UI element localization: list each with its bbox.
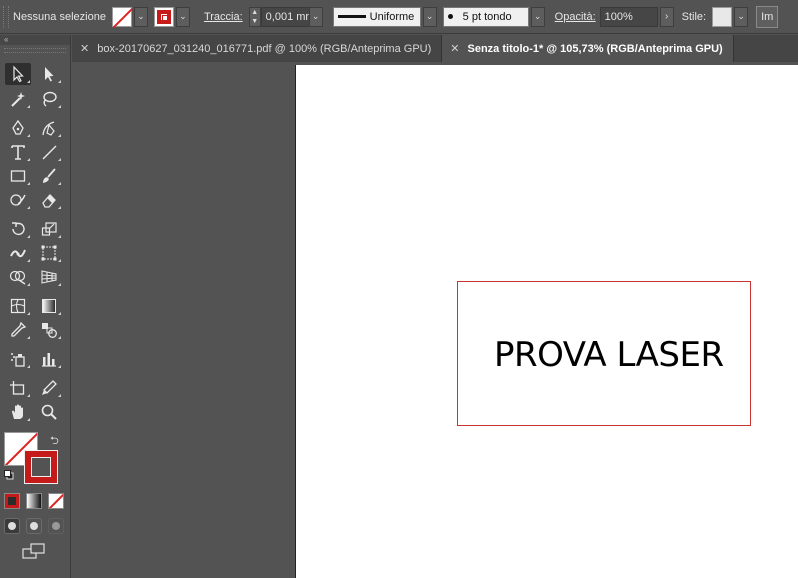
slice-tool-icon[interactable] [36, 377, 62, 399]
default-fill-stroke-icon[interactable] [4, 470, 14, 480]
draw-behind-icon[interactable] [26, 518, 42, 534]
rotate-tool-icon[interactable] [5, 218, 31, 240]
brush-label: 5 pt tondo [462, 10, 512, 23]
illustrator-window: Nessuna selezione ⌄ ⌄ Traccia: ▲ ▼ 0,001 … [0, 0, 798, 578]
tab-document[interactable]: ✕ box-20170627_031240_016771.pdf @ 100% … [72, 35, 443, 62]
canvas-area[interactable]: PROVA LASER [72, 62, 798, 578]
blend-tool-icon[interactable] [36, 319, 62, 341]
document-tabs: ✕ box-20170627_031240_016771.pdf @ 100% … [72, 35, 798, 62]
brush-definition[interactable]: 5 pt tondo [442, 6, 529, 27]
pen-tool-icon[interactable] [5, 117, 31, 139]
color-mode-row [4, 493, 64, 509]
mesh-tool-icon[interactable] [5, 295, 31, 317]
toolbar-collapse-button[interactable]: « [0, 35, 70, 45]
graphic-style-dropdown[interactable]: ⌄ [734, 6, 749, 27]
rectangle-tool-icon[interactable] [5, 165, 31, 187]
laser-text[interactable]: PROVA LASER [494, 335, 724, 375]
style-label: Stile: [681, 10, 707, 23]
image-trace-button[interactable]: Im [756, 5, 779, 28]
stroke-dropdown[interactable]: ⌄ [175, 6, 190, 27]
hand-tool-icon[interactable] [5, 401, 31, 423]
magic-wand-tool-icon[interactable] [5, 88, 31, 110]
brush-dropdown[interactable]: ⌄ [530, 6, 545, 27]
stroke-weight-stepper[interactable]: ▲ ▼ [248, 6, 261, 27]
swap-fill-stroke-icon[interactable]: ⮌ [50, 432, 59, 451]
profile-label: Uniforme [369, 10, 415, 23]
column-graph-tool-icon[interactable] [36, 348, 62, 370]
perspective-grid-tool-icon[interactable] [36, 266, 62, 288]
gradient-tool-icon[interactable] [36, 295, 62, 317]
draw-inside-icon[interactable] [48, 518, 64, 534]
eyedropper-tool-icon[interactable] [5, 319, 31, 341]
none-mode-button[interactable] [48, 493, 64, 509]
shape-builder-tool-icon[interactable] [5, 266, 31, 288]
toolbar-grip[interactable] [4, 48, 66, 53]
variable-width-profile[interactable]: Uniforme [332, 6, 421, 27]
opacity-field[interactable]: 100% [599, 6, 658, 27]
uniform-line-icon [337, 15, 366, 18]
fill-dropdown[interactable]: ⌄ [133, 6, 148, 27]
gradient-mode-button[interactable] [26, 493, 42, 509]
tools-panel: « ⮌ [0, 35, 71, 578]
width-tool-icon[interactable] [5, 242, 31, 264]
selection-status: Nessuna selezione [13, 10, 106, 23]
color-mode-button[interactable] [4, 493, 20, 509]
stroke-label[interactable]: Traccia: [204, 11, 243, 23]
line-segment-tool-icon[interactable] [36, 141, 62, 163]
draw-mode-row [4, 518, 64, 534]
opacity-arrow[interactable]: › [659, 6, 674, 27]
artboard[interactable]: PROVA LASER [296, 65, 798, 578]
fill-swatch[interactable] [111, 6, 132, 27]
lasso-tool-icon[interactable] [36, 88, 62, 110]
stroke-swatch[interactable] [153, 6, 174, 27]
fill-stroke-control: ⮌ [4, 432, 64, 492]
stroke-weight-field[interactable]: 0,001 mr [260, 6, 309, 27]
type-tool-icon[interactable] [5, 141, 31, 163]
free-transform-tool-icon[interactable] [36, 242, 62, 264]
curvature-tool-icon[interactable] [36, 117, 62, 139]
tab-document[interactable]: ✕ Senza titolo-1* @ 105,73% (RGB/Antepri… [442, 35, 734, 62]
draw-normal-icon[interactable] [4, 518, 20, 534]
screen-mode-icon[interactable] [22, 542, 46, 560]
close-icon[interactable]: ✕ [80, 42, 89, 55]
stroke-weight-dropdown[interactable]: ⌄ [308, 6, 323, 27]
direct-selection-tool-icon[interactable] [36, 63, 62, 85]
round-brush-icon [447, 14, 453, 19]
control-bar-grip[interactable] [3, 5, 9, 28]
control-bar: Nessuna selezione ⌄ ⌄ Traccia: ▲ ▼ 0,001 … [0, 0, 798, 34]
stroke-color-box[interactable] [24, 450, 58, 484]
eraser-tool-icon[interactable] [36, 189, 62, 211]
selection-tool-icon[interactable] [5, 63, 31, 85]
opacity-label[interactable]: Opacità: [555, 11, 596, 23]
tab-label: box-20170627_031240_016771.pdf @ 100% (R… [97, 42, 432, 55]
scale-tool-icon[interactable] [36, 218, 62, 240]
graphic-style-swatch[interactable] [712, 6, 733, 27]
shaper-tool-icon[interactable] [5, 189, 31, 211]
zoom-tool-icon[interactable] [36, 401, 62, 423]
close-icon[interactable]: ✕ [450, 42, 459, 55]
profile-dropdown[interactable]: ⌄ [422, 6, 437, 27]
paintbrush-tool-icon[interactable] [36, 165, 62, 187]
artboard-tool-icon[interactable] [5, 377, 31, 399]
tab-label: Senza titolo-1* @ 105,73% (RGB/Anteprima… [467, 42, 723, 55]
symbol-sprayer-tool-icon[interactable] [5, 348, 31, 370]
